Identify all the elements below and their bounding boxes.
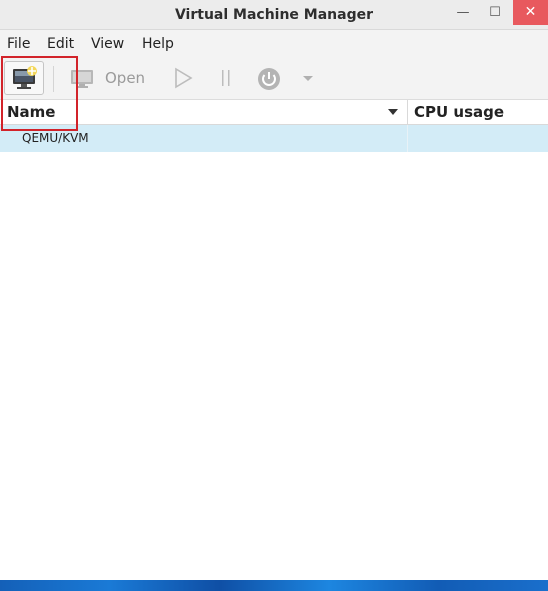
maximize-button[interactable]: ☐ — [480, 0, 510, 26]
column-divider[interactable] — [407, 100, 408, 125]
power-icon[interactable] — [256, 66, 282, 92]
pause-icon[interactable] — [216, 66, 236, 90]
title-bar: Virtual Machine Manager — ☐ ✕ — [0, 0, 548, 30]
minimize-button[interactable]: — — [448, 0, 478, 26]
new-vm-button[interactable] — [4, 61, 44, 95]
monitor-icon — [71, 70, 93, 88]
toolbar-separator — [53, 66, 54, 92]
menu-edit[interactable]: Edit — [47, 30, 74, 58]
menu-help[interactable]: Help — [142, 30, 174, 58]
column-header-cpu-usage[interactable]: CPU usage — [414, 100, 504, 124]
column-divider — [407, 125, 408, 152]
toolbar: Open — [0, 58, 548, 100]
close-button[interactable]: ✕ — [513, 0, 548, 25]
menu-file[interactable]: File — [7, 30, 30, 58]
monitor-new-icon — [13, 66, 37, 89]
chevron-down-icon[interactable] — [300, 68, 316, 88]
column-header-name[interactable]: Name — [7, 100, 55, 124]
table-header: Name CPU usage — [0, 100, 548, 125]
desktop-background-strip — [0, 580, 548, 591]
play-icon[interactable] — [172, 66, 194, 90]
sort-arrow-icon[interactable] — [386, 106, 400, 118]
vmm-window: Virtual Machine Manager — ☐ ✕ File Edit … — [0, 0, 548, 591]
menu-bar: File Edit View Help — [0, 30, 548, 58]
connection-name: QEMU/KVM — [22, 131, 89, 145]
menu-view[interactable]: View — [91, 30, 124, 58]
table-row[interactable]: QEMU/KVM — [0, 125, 548, 152]
open-button[interactable]: Open — [105, 58, 145, 98]
